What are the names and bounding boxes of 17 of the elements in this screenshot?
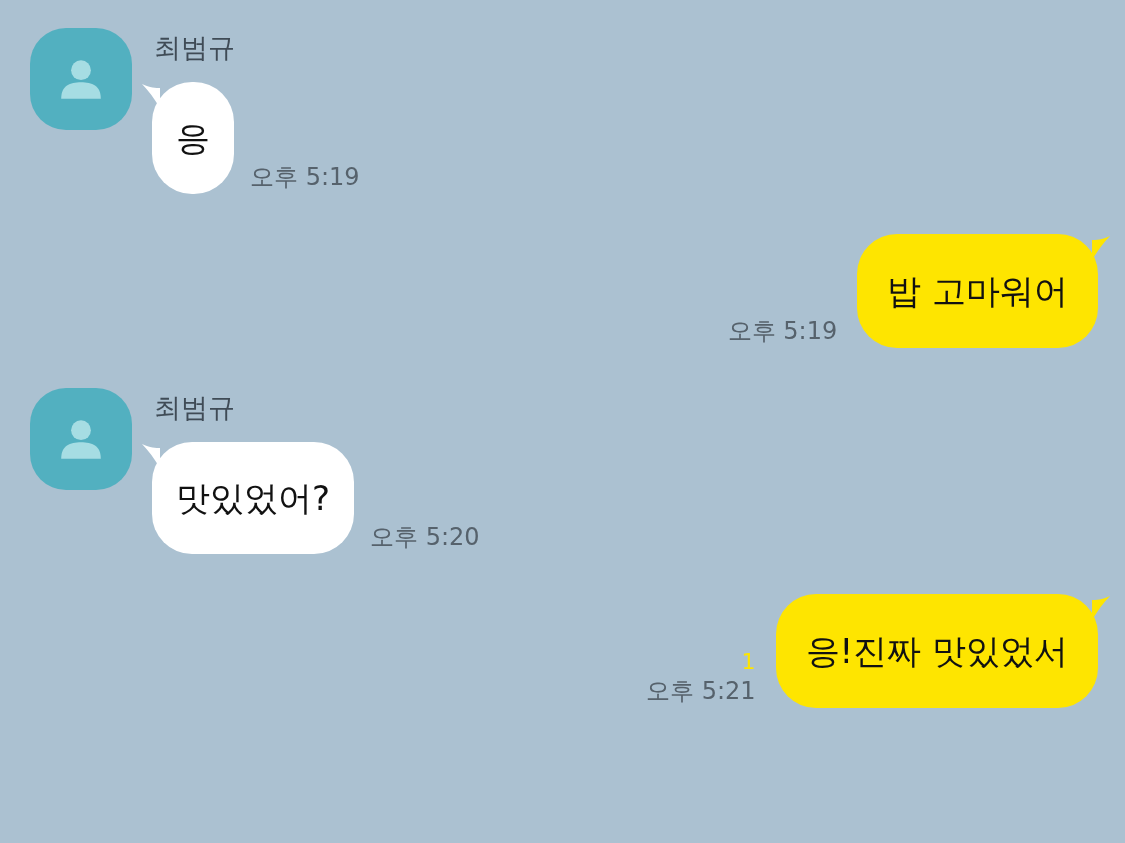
person-icon [59,57,103,101]
message-time: 오후 5:19 [250,162,360,192]
bubble-tail [1092,596,1110,620]
message-bubble: 응 [152,82,234,194]
sender-name: 최범규 [154,391,236,425]
message-bubble: 맛있었어? [152,442,355,554]
unread-count: 1 [741,648,756,676]
message-time: 오후 5:21 [646,676,756,706]
avatar[interactable] [30,28,132,130]
message-bubble: 응!진짜 맛있었서 [775,594,1098,708]
person-icon [59,417,103,461]
message-bubble: 밥 고마워어 [857,234,1098,348]
message-time: 오후 5:19 [727,316,838,346]
message-time: 오후 5:20 [370,522,480,552]
avatar[interactable] [30,388,132,490]
bubble-tail [1092,236,1110,260]
sender-name: 최범규 [154,31,236,65]
